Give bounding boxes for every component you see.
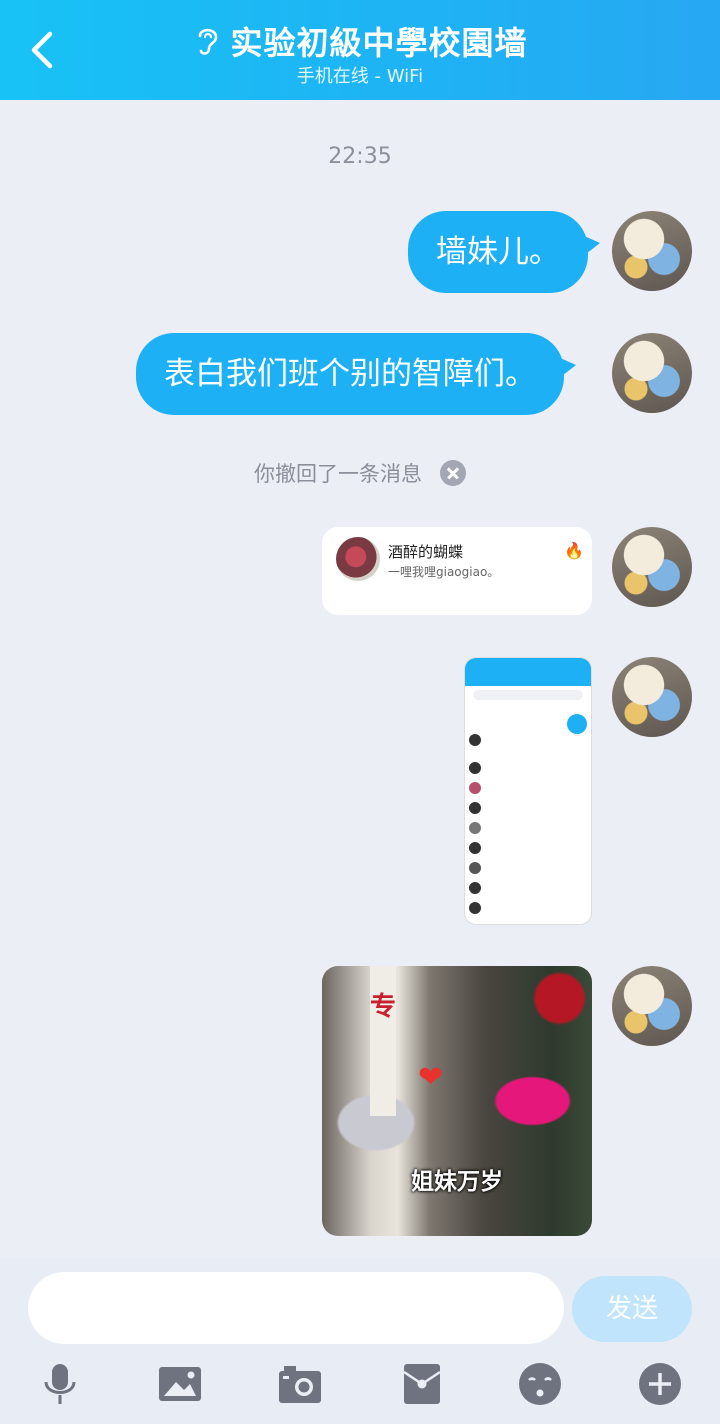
avatar[interactable] bbox=[612, 333, 692, 413]
avatar[interactable] bbox=[612, 657, 692, 737]
chat-title-text: 实验初級中學校園墙 bbox=[230, 24, 528, 62]
list-item bbox=[465, 818, 591, 838]
close-icon[interactable] bbox=[440, 460, 466, 486]
contact-signature: 一哩我哩giaogiao。 bbox=[388, 565, 500, 579]
camera-icon[interactable] bbox=[278, 1362, 322, 1406]
message-bubble[interactable]: 墙妹儿。 bbox=[408, 211, 600, 293]
message-input[interactable] bbox=[28, 1272, 564, 1344]
contact-name: 酒醉的蝴蝶 bbox=[388, 543, 464, 561]
list-item bbox=[465, 858, 591, 878]
contact-avatar bbox=[336, 537, 380, 581]
heart-icon: ❤ bbox=[418, 1060, 444, 1095]
avatar[interactable] bbox=[612, 966, 692, 1046]
contact-card[interactable]: 酒醉的蝴蝶 一哩我哩giaogiao。 🔥 bbox=[322, 527, 592, 615]
list-item bbox=[465, 878, 591, 898]
screenshot-image[interactable] bbox=[464, 657, 592, 925]
list-item bbox=[465, 798, 591, 818]
image-icon[interactable] bbox=[158, 1362, 202, 1406]
online-status: 手机在线 - WiFi bbox=[296, 66, 424, 87]
plus-icon[interactable] bbox=[638, 1362, 682, 1406]
photo-sign-text: 专 bbox=[370, 992, 397, 1022]
send-button[interactable]: 发送 bbox=[572, 1276, 692, 1342]
ear-icon bbox=[199, 28, 218, 55]
call-icon bbox=[567, 714, 587, 734]
message-bubble[interactable]: 表白我们班个别的智障们。 bbox=[136, 333, 576, 415]
recall-notice: 你撤回了一条消息 bbox=[0, 458, 720, 488]
recall-notice-text: 你撤回了一条消息 bbox=[254, 462, 422, 486]
chat-title[interactable]: 实验初級中學校園墙 bbox=[0, 18, 720, 64]
fire-badge-icon: 🔥 bbox=[564, 541, 584, 560]
photo-message[interactable]: 专 ❤ 姐妹万岁 bbox=[322, 966, 592, 1236]
screenshot-header bbox=[465, 658, 591, 686]
photo-caption: 姐妹万岁 bbox=[411, 1169, 503, 1195]
screenshot-search bbox=[473, 690, 583, 700]
chat-header: 实验初級中學校園墙 手机在线 - WiFi bbox=[0, 0, 720, 100]
avatar[interactable] bbox=[612, 211, 692, 291]
message-timestamp: 22:35 bbox=[328, 144, 392, 169]
red-packet-icon[interactable] bbox=[400, 1362, 444, 1406]
microphone-icon[interactable] bbox=[38, 1362, 82, 1406]
avatar[interactable] bbox=[612, 527, 692, 607]
list-item bbox=[465, 838, 591, 858]
input-bar: 发送 bbox=[0, 1258, 720, 1424]
list-item bbox=[465, 778, 591, 798]
emoji-icon[interactable] bbox=[518, 1362, 562, 1406]
list-item bbox=[465, 758, 591, 778]
list-item bbox=[465, 898, 591, 918]
